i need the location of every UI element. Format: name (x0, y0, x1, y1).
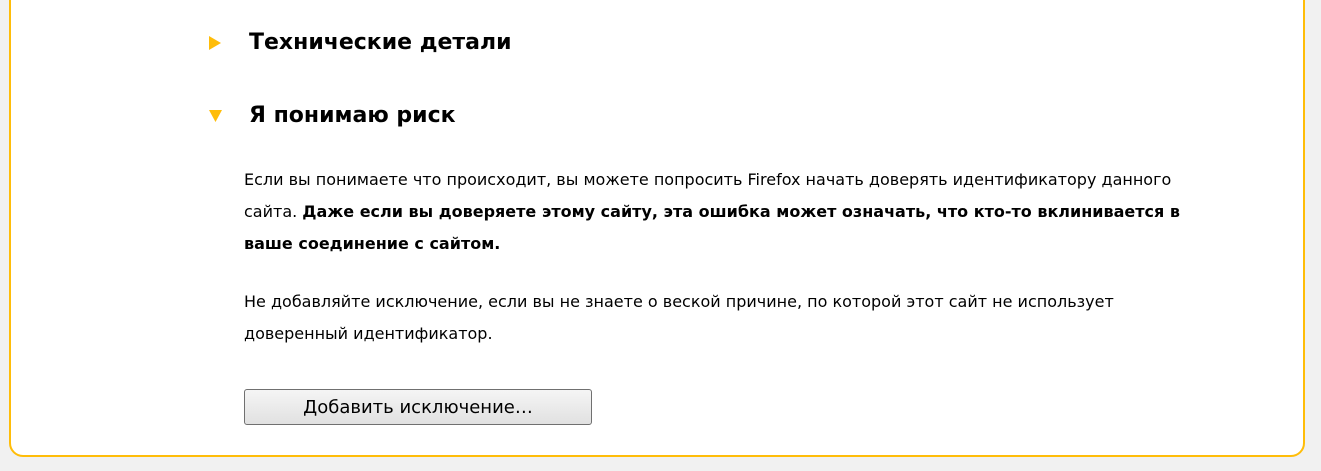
exception-advice-paragraph: Не добавляйте исключение, если вы не зна… (244, 292, 1114, 343)
triangle-right-icon (209, 35, 231, 50)
add-exception-button[interactable]: Добавить исключение… (244, 389, 592, 425)
understand-risk-heading: Я понимаю риск (249, 103, 456, 128)
technical-details-heading: Технические детали (249, 30, 512, 55)
triangle-down-icon (209, 109, 231, 122)
technical-details-toggle[interactable]: Технические детали (209, 30, 512, 55)
risk-explanation-paragraph: Если вы понимаете что происходит, вы мож… (244, 164, 1194, 260)
understand-risk-toggle[interactable]: Я понимаю риск (209, 103, 456, 128)
risk-warning-text: Даже если вы доверяете этому сайту, эта … (244, 202, 1180, 253)
